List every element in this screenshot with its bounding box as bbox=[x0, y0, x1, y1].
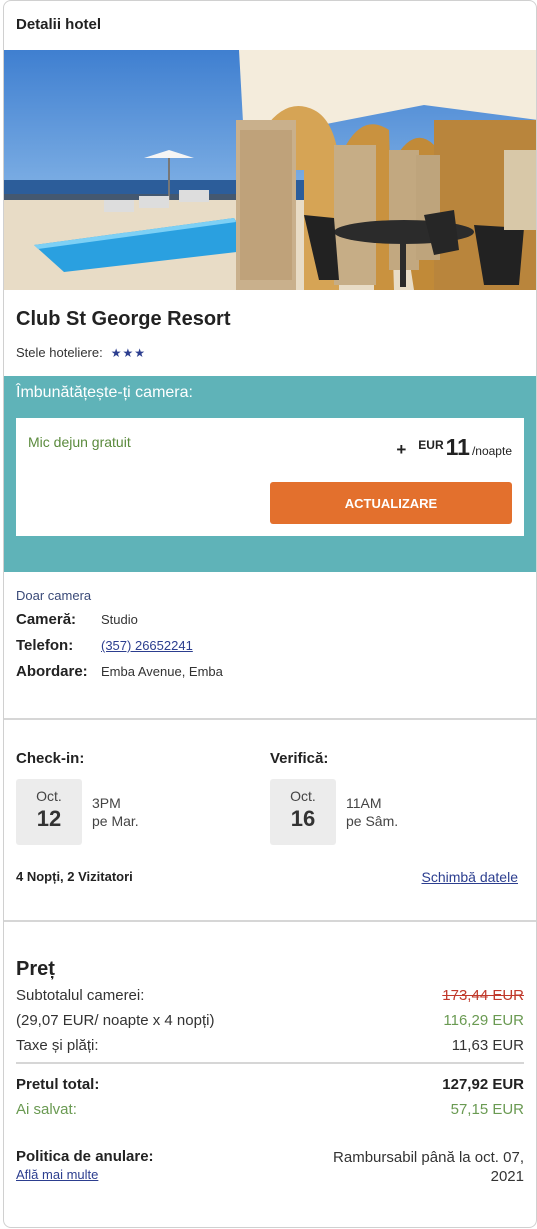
checkout-column: Verifică: Oct. 16 11AM pe Sâm. bbox=[270, 750, 524, 845]
upgrade-per-night: /noapte bbox=[471, 444, 512, 458]
total-row: Pretul total: 127,92 EUR bbox=[16, 1076, 524, 1093]
price-title: Preț bbox=[16, 958, 55, 980]
upgrade-price: + EUR 11 /noapte bbox=[396, 434, 512, 461]
plus-icon: + bbox=[396, 440, 407, 459]
checkin-month: Oct. bbox=[36, 788, 62, 804]
checkout-title: Verifică: bbox=[270, 750, 329, 767]
checkout-calendar-icon: Oct. 16 bbox=[270, 779, 336, 845]
per-night-value: 116,29 EUR bbox=[443, 1012, 524, 1029]
room-type: Doar camera bbox=[16, 588, 92, 603]
policy-value: Rambursabil până la oct. 07, 2021 bbox=[333, 1149, 524, 1185]
price-section: Preț Subtotalul camerei: 173,44 EUR (29,… bbox=[4, 922, 536, 1186]
checkin-weekday: pe Mar. bbox=[92, 813, 139, 829]
checkin-calendar-icon: Oct. 12 bbox=[16, 779, 82, 845]
total-value: 127,92 EUR bbox=[442, 1076, 524, 1093]
room-value: Studio bbox=[101, 612, 138, 627]
taxes-value: 11,63 EUR bbox=[451, 1037, 524, 1054]
subtotal-row: Subtotalul camerei: 173,44 EUR bbox=[16, 987, 524, 1004]
checkout-day: 16 bbox=[290, 806, 316, 831]
price-divider bbox=[16, 1062, 524, 1064]
address-value: Emba Avenue, Emba bbox=[101, 664, 223, 679]
update-button[interactable]: ACTUALIZARE bbox=[270, 482, 512, 524]
cancellation-policy: Politica de anulare: Află mai multe Ramb… bbox=[16, 1148, 524, 1186]
star-rating-icon: ★★★ bbox=[110, 345, 147, 360]
per-night-row: (29,07 EUR/ noapte x 4 nopți) 116,29 EUR bbox=[16, 1012, 524, 1029]
change-dates-link[interactable]: Schimbă datele bbox=[421, 869, 518, 885]
stay-summary: 4 Nopți, 2 Vizitatori bbox=[16, 869, 133, 884]
checkin-day: 12 bbox=[36, 806, 62, 831]
phone-label: Telefon: bbox=[16, 637, 74, 654]
hotel-name: Club St George Resort bbox=[16, 308, 231, 330]
checkout-weekday: pe Sâm. bbox=[346, 813, 399, 829]
upgrade-title: Îmbunătățește-ți camera: bbox=[16, 384, 193, 401]
hotel-details-card: Detalii hotel Club St George Resort Stel… bbox=[3, 0, 537, 1228]
hotel-photo bbox=[4, 50, 536, 290]
upgrade-currency: EUR bbox=[418, 438, 444, 452]
stars-label: Stele hoteliere: bbox=[16, 345, 103, 360]
phone-link[interactable]: (357) 26652241 bbox=[101, 638, 193, 653]
upgrade-amount: 11 bbox=[445, 434, 470, 460]
learn-more-link[interactable]: Află mai multe bbox=[16, 1167, 154, 1182]
checkin-column: Check-in: Oct. 12 3PM pe Mar. bbox=[16, 750, 270, 845]
checkout-time: 11AM bbox=[346, 795, 382, 811]
total-label: Pretul total: bbox=[16, 1076, 100, 1093]
saved-label: Ai salvat: bbox=[16, 1101, 77, 1118]
taxes-label: Taxe și plăți: bbox=[16, 1037, 99, 1054]
room-row: Cameră: Studio bbox=[16, 611, 524, 628]
per-night-label: (29,07 EUR/ noapte x 4 nopți) bbox=[16, 1012, 215, 1029]
room-details: Doar camera Cameră: Studio Telefon: (357… bbox=[4, 572, 536, 720]
hotel-stars-row: Stele hoteliere: ★★★ bbox=[16, 345, 524, 360]
hotel-info: Club St George Resort Stele hoteliere: ★… bbox=[4, 290, 536, 376]
taxes-row: Taxe și plăți: 11,63 EUR bbox=[16, 1037, 524, 1054]
saved-value: 57,15 EUR bbox=[450, 1101, 524, 1118]
checkin-title: Check-in: bbox=[16, 750, 85, 767]
policy-title: Politica de anulare: bbox=[16, 1148, 154, 1165]
stay-dates: Check-in: Oct. 12 3PM pe Mar. Verifică: bbox=[4, 720, 536, 922]
phone-row: Telefon: (357) 26652241 bbox=[16, 637, 524, 654]
subtotal-old-price: 173,44 EUR bbox=[442, 987, 524, 1004]
room-label: Cameră: bbox=[16, 611, 77, 628]
checkout-month: Oct. bbox=[290, 788, 316, 804]
checkin-time: 3PM bbox=[92, 795, 121, 811]
saved-row: Ai salvat: 57,15 EUR bbox=[16, 1101, 524, 1118]
upgrade-option: Mic dejun gratuit + EUR 11 /noapte ACTUA… bbox=[16, 418, 524, 536]
address-label: Abordare: bbox=[16, 663, 88, 680]
room-upgrade-panel: Îmbunătățește-ți camera: Mic dejun gratu… bbox=[4, 376, 536, 572]
address-row: Abordare: Emba Avenue, Emba bbox=[16, 663, 524, 680]
subtotal-label: Subtotalul camerei: bbox=[16, 987, 145, 1004]
card-title: Detalii hotel bbox=[16, 16, 102, 33]
